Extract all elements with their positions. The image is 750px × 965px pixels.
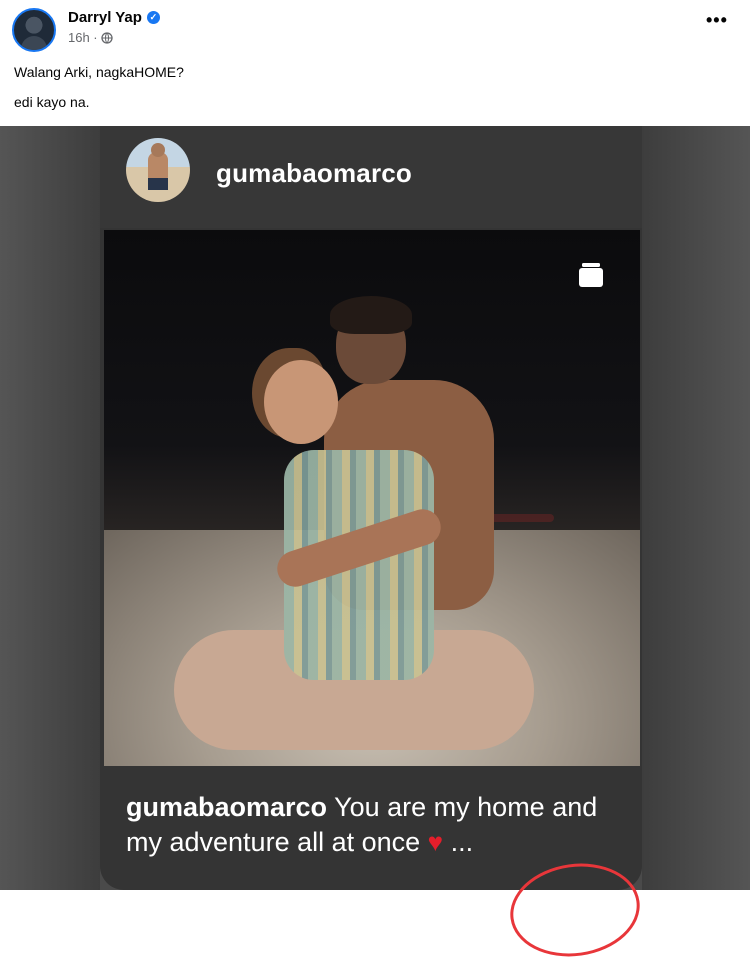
multiple-photos-icon (579, 263, 603, 287)
heart-icon: ♥ (427, 827, 444, 857)
author-name[interactable]: Darryl Yap (68, 9, 142, 26)
post-meta: 16h · (68, 30, 113, 45)
image-backdrop-right (642, 126, 750, 890)
globe-icon (100, 31, 113, 44)
post-caption-line1: Walang Arki, nagkaHOME? (14, 64, 184, 80)
post-time[interactable]: 16h · (68, 30, 98, 45)
post-image[interactable]: gumabaomarco gumabaomarco You are my hom… (0, 126, 750, 965)
woman-face (264, 360, 338, 444)
man-hair (330, 296, 412, 334)
instagram-caption: gumabaomarco You are my home and my adve… (126, 790, 626, 860)
instagram-header: gumabaomarco (100, 126, 642, 228)
instagram-avatar (126, 138, 190, 202)
instagram-photo (104, 230, 640, 766)
caption-ellipsis: ... (443, 827, 474, 857)
more-options-icon[interactable]: ••• (706, 11, 727, 29)
verified-badge-icon: ✓ (146, 11, 160, 24)
instagram-username: gumabaomarco (216, 158, 413, 188)
caption-username: gumabaomarco (126, 792, 328, 822)
author-row: Darryl Yap ✓ (68, 9, 160, 26)
instagram-post-card: gumabaomarco gumabaomarco You are my hom… (100, 126, 642, 890)
image-backdrop-left (0, 126, 100, 890)
post-caption-line2: edi kayo na. (14, 94, 90, 110)
post-header: Darryl Yap ✓ 16h · ••• Walang Arki, nagk… (0, 0, 750, 126)
author-avatar[interactable] (12, 8, 56, 52)
